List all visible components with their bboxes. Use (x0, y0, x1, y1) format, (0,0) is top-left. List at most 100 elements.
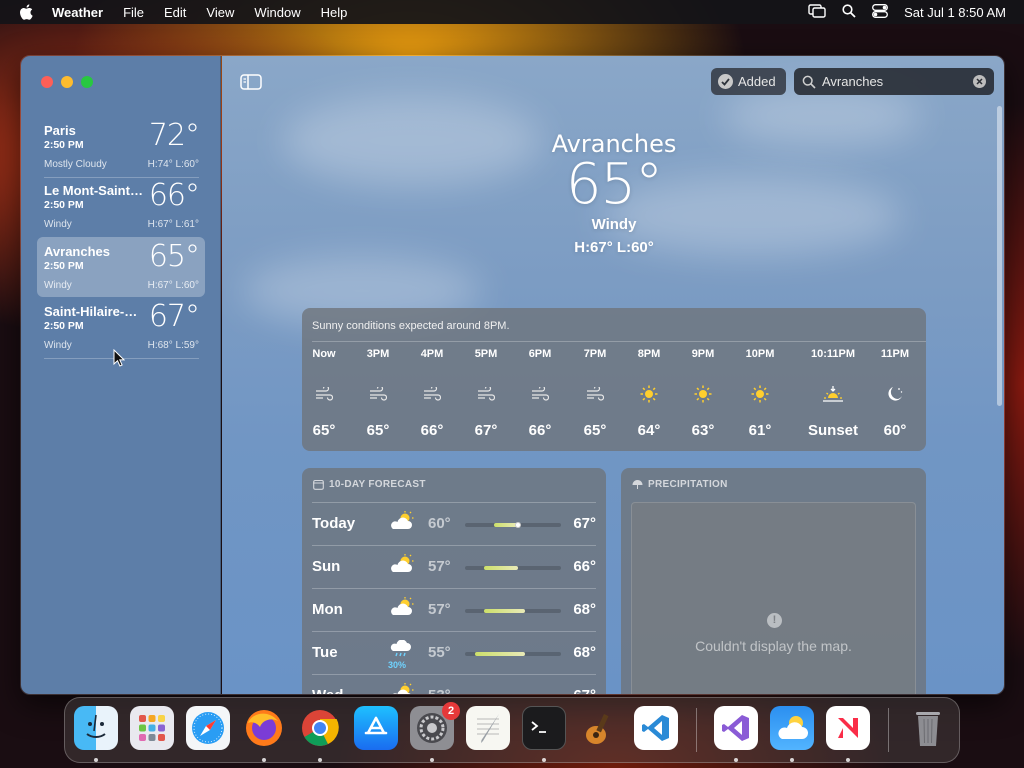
garageband-icon[interactable] (578, 706, 622, 750)
location-sidebar: Paris 2:50 PM 72° Mostly Cloudy H:74° L:… (21, 56, 221, 694)
finder-icon[interactable] (74, 706, 118, 750)
forecast-low: 60° (428, 515, 451, 532)
search-field[interactable] (794, 68, 994, 95)
hourly-item: 10:11PM Sunset (800, 348, 866, 439)
sunset-icon (800, 374, 866, 414)
safari-icon[interactable] (186, 706, 230, 750)
news-icon[interactable] (826, 706, 870, 750)
menu-help[interactable]: Help (321, 5, 348, 20)
hourly-item: 5PM 67° (459, 348, 513, 439)
location-item-le-mont-saint-michel[interactable]: Le Mont-Saint-Michel 2:50 PM 66° Windy H… (37, 176, 205, 236)
forecast-low: 57° (428, 601, 451, 618)
location-name: Saint-Hilaire-du-Harcouët (44, 304, 144, 319)
menu-file[interactable]: File (123, 5, 144, 20)
location-item-paris[interactable]: Paris 2:50 PM 72° Mostly Cloudy H:74° L:… (37, 116, 205, 178)
hour-label: 3PM (366, 348, 390, 360)
partly-sunny-icon (390, 554, 418, 580)
location-condition: Windy (44, 280, 72, 291)
dock: 2 (64, 697, 960, 763)
vscode-icon[interactable] (634, 706, 678, 750)
location-hilo: H:67° L:60° (147, 280, 199, 291)
hour-label: 5PM (474, 348, 498, 360)
temperature-range-bar (465, 522, 561, 528)
precipitation-map[interactable]: ! Couldn't display the map. (631, 502, 916, 694)
forecast-row: Tue 30% 55° 68° (312, 631, 596, 674)
menu-edit[interactable]: Edit (164, 5, 186, 20)
temperature-range-bar (465, 566, 561, 570)
hour-temp: Sunset (807, 422, 858, 439)
trash-icon[interactable] (906, 706, 950, 750)
mouse-cursor-icon (113, 349, 125, 367)
current-temp-marker (514, 522, 521, 528)
calendar-icon (313, 479, 324, 490)
location-temp: 65° (148, 239, 200, 274)
hour-temp: 64° (637, 422, 661, 439)
minimize-window-button[interactable] (61, 76, 73, 88)
location-time: 2:50 PM (44, 199, 84, 211)
divider (312, 341, 926, 342)
temperature-range-bar (465, 609, 561, 613)
chrome-icon[interactable] (298, 706, 342, 750)
scrollbar[interactable] (997, 106, 1002, 406)
location-name: Avranches (44, 244, 110, 259)
hour-temp: 65° (312, 422, 336, 439)
weather-window: Paris 2:50 PM 72° Mostly Cloudy H:74° L:… (20, 55, 1005, 695)
hour-temp: 63° (691, 422, 715, 439)
precipitation-header: PRECIPITATION (632, 479, 728, 490)
search-input[interactable] (822, 74, 972, 89)
hourly-item: 10PM 61° (733, 348, 787, 439)
added-label: Added (738, 74, 776, 89)
sun-icon (676, 374, 730, 414)
terminal-icon[interactable] (522, 706, 566, 750)
location-item-saint-hilaire[interactable]: Saint-Hilaire-du-Harcouët 2:50 PM 67° Wi… (37, 297, 205, 359)
hourly-item: 6PM 66° (513, 348, 567, 439)
ten-day-header: 10-DAY FORECAST (313, 479, 426, 490)
forecast-day: Wed (312, 687, 343, 694)
app-store-icon[interactable] (354, 706, 398, 750)
location-item-avranches[interactable]: Avranches 2:50 PM 65° Windy H:67° L:60° (37, 237, 205, 297)
screen-mirroring-icon[interactable] (808, 3, 826, 21)
apple-menu-icon[interactable] (18, 4, 34, 20)
location-time: 2:50 PM (44, 320, 84, 332)
menu-window[interactable]: Window (254, 5, 300, 20)
menu-clock[interactable]: Sat Jul 1 8:50 AM (904, 5, 1006, 20)
added-button[interactable]: Added (711, 68, 786, 95)
menu-app-name[interactable]: Weather (52, 5, 103, 20)
wind-icon (459, 374, 513, 414)
control-center-icon[interactable] (872, 3, 889, 21)
location-condition: Mostly Cloudy (44, 159, 107, 170)
hourly-item: 7PM 65° (568, 348, 622, 439)
hourly-item: Now 65° (297, 348, 351, 439)
visual-studio-icon[interactable] (714, 706, 758, 750)
location-hilo: H:67° L:61° (147, 219, 199, 230)
forecast-row: Wed 53° 67° (312, 674, 596, 694)
hour-label: 11PM (880, 348, 910, 360)
hour-temp: 66° (420, 422, 444, 439)
forecast-day: Today (312, 515, 356, 532)
firefox-icon[interactable] (242, 706, 286, 750)
sidebar-toggle-icon[interactable] (240, 74, 262, 90)
menu-view[interactable]: View (206, 5, 234, 20)
close-window-button[interactable] (41, 76, 53, 88)
zoom-window-button[interactable] (81, 76, 93, 88)
wind-icon (297, 374, 351, 414)
wind-icon (351, 374, 405, 414)
textedit-icon[interactable] (466, 706, 510, 750)
precipitation-panel: PRECIPITATION ! Couldn't display the map… (621, 468, 926, 694)
forecast-low: 57° (428, 558, 451, 575)
forecast-low: 53° (428, 687, 451, 694)
hour-label: 7PM (583, 348, 607, 360)
ten-day-title: 10-DAY FORECAST (329, 479, 426, 490)
hour-temp: 66° (528, 422, 552, 439)
window-controls (41, 76, 93, 88)
hour-label: 9PM (691, 348, 715, 360)
launchpad-icon[interactable] (130, 706, 174, 750)
spotlight-search-icon[interactable] (842, 3, 856, 21)
moon-icon (868, 374, 922, 414)
forecast-row: Sun 57° 66° (312, 545, 596, 588)
clear-search-icon[interactable] (973, 75, 986, 88)
weather-icon[interactable] (770, 706, 814, 750)
ten-day-forecast-panel: 10-DAY FORECAST Today 60° 67° Sun 57° 66° Mon 5… (302, 468, 606, 694)
hourly-forecast-panel: Sunny conditions expected around 8PM. No… (302, 308, 926, 451)
hour-label: 8PM (637, 348, 661, 360)
